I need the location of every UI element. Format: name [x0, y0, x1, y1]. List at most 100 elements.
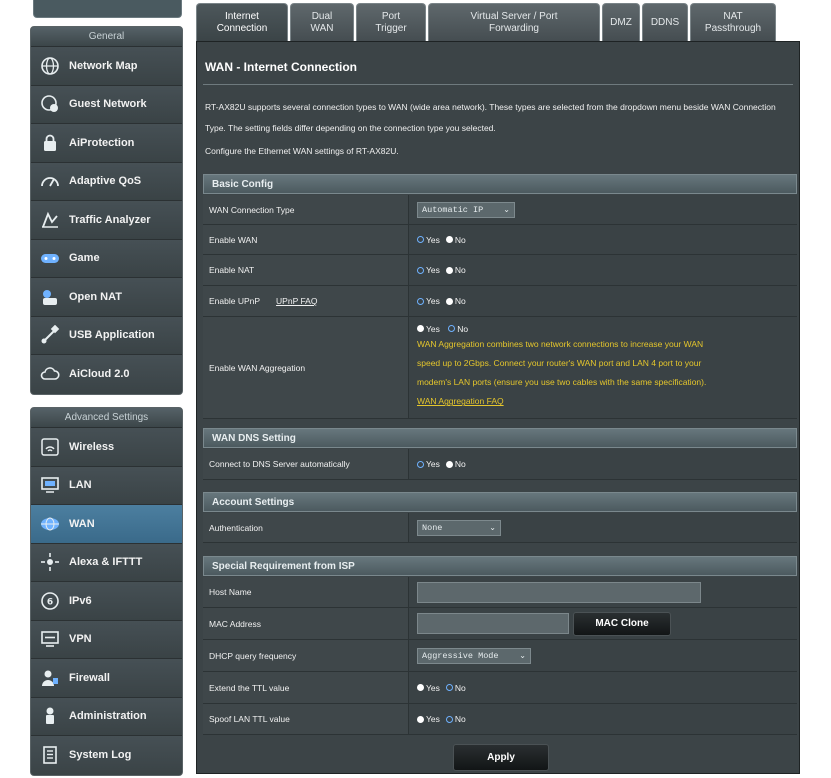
enable-wan-no-radio[interactable]: No [445, 234, 466, 245]
chevron-down-icon: ⌄ [503, 205, 510, 214]
enable-wan-yes-radio[interactable]: Yes [417, 235, 440, 245]
radio-dot [445, 297, 453, 305]
agg-note-line: speed up to 2Gbps. Connect your router's… [417, 358, 702, 369]
agg-note-line: WAN Aggregation combines two network con… [417, 339, 704, 350]
sidebar-item-label: Administration [69, 710, 147, 723]
sidebar-item-ipv6[interactable]: 6 IPv6 [31, 582, 182, 621]
wifi-icon [37, 436, 63, 458]
enable-agg-cell: Yes No WAN Aggregation combines two netw… [409, 317, 797, 418]
row-mac-address: MAC Address MAC Clone [203, 608, 797, 640]
extend-ttl-yes-radio[interactable]: Yes [417, 683, 440, 693]
row-enable-upnp: Enable UPnP UPnP FAQ Yes No [203, 286, 797, 317]
mac-address-label: MAC Address [203, 608, 409, 639]
row-host-name: Host Name [203, 577, 797, 608]
lock-icon [37, 132, 63, 154]
agg-radio-group: Yes No [417, 324, 474, 335]
radio-label: No [454, 234, 466, 245]
wan-type-cell: Automatic IP ⌄ [409, 195, 797, 224]
enable-upnp-no-radio[interactable]: No [445, 296, 466, 306]
wan-connection-type-select[interactable]: Automatic IP ⌄ [417, 201, 515, 218]
tab-internet-connection[interactable]: Internet Connection [196, 3, 288, 41]
sidebar-item-game[interactable]: Game [31, 239, 182, 278]
sidebar-item-usb-application[interactable]: USB Application [31, 316, 182, 355]
tab-label: Connection [216, 22, 268, 34]
apply-button[interactable]: Apply [453, 744, 549, 771]
tab-dmz[interactable]: DMZ [602, 3, 640, 41]
sidebar-item-guest-network[interactable]: Guest Network [31, 85, 182, 124]
title-divider [203, 84, 793, 85]
dns-auto-no-radio[interactable]: No [445, 459, 466, 469]
sidebar-item-vpn[interactable]: VPN [31, 620, 182, 659]
sidebar-item-label: WAN [69, 517, 95, 530]
extend-ttl-label: Extend the TTL value [203, 672, 409, 703]
spoof-ttl-label: Spoof LAN TTL value [203, 704, 409, 734]
wan-aggregation-faq-link[interactable]: WAN Aggregation FAQ [417, 396, 504, 406]
radio-label: No [454, 714, 466, 724]
authentication-select[interactable]: None ⌄ [417, 519, 501, 536]
log-icon [37, 744, 63, 766]
row-dns-auto: Connect to DNS Server automatically Yes … [203, 449, 797, 480]
spoof-ttl-no-radio[interactable]: No [445, 714, 466, 724]
select-value: None [422, 522, 443, 533]
spoof-ttl-yes-radio[interactable]: Yes [417, 714, 440, 724]
enable-agg-yes-radio[interactable]: Yes [417, 324, 440, 334]
sidebar-item-network-map[interactable]: Network Map [31, 47, 182, 86]
radio-label: Yes [426, 296, 440, 306]
tab-virtual-server[interactable]: Virtual Server / Port Forwarding [428, 3, 600, 41]
enable-nat-yes-radio[interactable]: Yes [417, 265, 440, 275]
vpn-icon [37, 628, 63, 650]
mac-address-input[interactable] [417, 613, 569, 634]
sidebar-item-label: Adaptive QoS [69, 175, 142, 188]
row-enable-nat: Enable NAT Yes No [203, 255, 797, 286]
sidebar-item-lan[interactable]: LAN [31, 466, 182, 505]
tab-dual-wan[interactable]: Dual WAN [290, 3, 354, 41]
page-subtitle: Configure the Ethernet WAN settings of R… [205, 146, 399, 156]
select-value: Aggressive Mode [422, 650, 499, 661]
monitor-icon [37, 474, 63, 496]
auth-cell: None ⌄ [409, 513, 797, 542]
sidebar-item-firewall[interactable]: Firewall [31, 659, 182, 698]
sidebar-item-label: Firewall [69, 671, 110, 684]
sidebar-item-adaptive-qos[interactable]: Adaptive QoS [31, 162, 182, 201]
sidebar-item-system-log[interactable]: System Log [31, 736, 182, 775]
sidebar-item-traffic-analyzer[interactable]: Traffic Analyzer [31, 201, 182, 240]
tab-port-trigger[interactable]: Port Trigger [356, 3, 426, 41]
sidebar-item-administration[interactable]: Administration [31, 697, 182, 736]
enable-wan-cell: Yes No [409, 225, 797, 254]
sidebar-item-open-nat[interactable]: Open NAT [31, 278, 182, 317]
enable-agg-no-radio[interactable]: No [448, 324, 468, 334]
sidebar-item-alexa-ifttt[interactable]: Alexa & IFTTT [31, 543, 182, 582]
dhcp-query-frequency-select[interactable]: Aggressive Mode ⌄ [417, 647, 531, 664]
section-account-settings: Account Settings [203, 492, 797, 512]
sidebar-item-wireless[interactable]: Wireless [31, 428, 182, 467]
sidebar-item-label: IPv6 [69, 594, 92, 607]
sidebar-item-label: VPN [69, 633, 92, 646]
cloud-icon [37, 363, 63, 385]
chevron-down-icon: ⌄ [489, 523, 496, 532]
ipv6-icon: 6 [37, 590, 63, 612]
radio-label: No [454, 265, 466, 275]
mac-clone-button[interactable]: MAC Clone [573, 611, 671, 636]
chart-icon [37, 209, 63, 231]
tab-ddns[interactable]: DDNS [642, 3, 688, 41]
upnp-faq-link[interactable]: UPnP FAQ [276, 296, 317, 306]
sidebar-item-wan[interactable]: WAN [31, 505, 182, 544]
tab-nat-passthrough[interactable]: NAT Passthrough [690, 3, 776, 41]
sidebar-item-label: Traffic Analyzer [69, 213, 151, 226]
radio-label: No [454, 682, 466, 693]
dns-auto-yes-radio[interactable]: Yes [417, 459, 440, 469]
radio-dot [417, 266, 424, 274]
host-name-input[interactable] [417, 581, 701, 603]
radio-dot [445, 460, 453, 468]
enable-upnp-yes-radio[interactable]: Yes [417, 296, 440, 306]
radio-label: No [457, 323, 469, 334]
tab-label: Virtual Server / Port [470, 10, 558, 22]
sidebar-item-aicloud[interactable]: AiCloud 2.0 [31, 355, 182, 394]
open-nat-icon [37, 286, 63, 308]
tab-label: Passthrough [704, 22, 762, 34]
extend-ttl-no-radio[interactable]: No [445, 682, 466, 693]
radio-label: Yes [426, 323, 440, 334]
sidebar-item-aiprotection[interactable]: AiProtection [31, 124, 182, 163]
agg-faq-line: WAN Aggregation FAQ [417, 392, 504, 411]
enable-nat-no-radio[interactable]: No [445, 265, 466, 275]
